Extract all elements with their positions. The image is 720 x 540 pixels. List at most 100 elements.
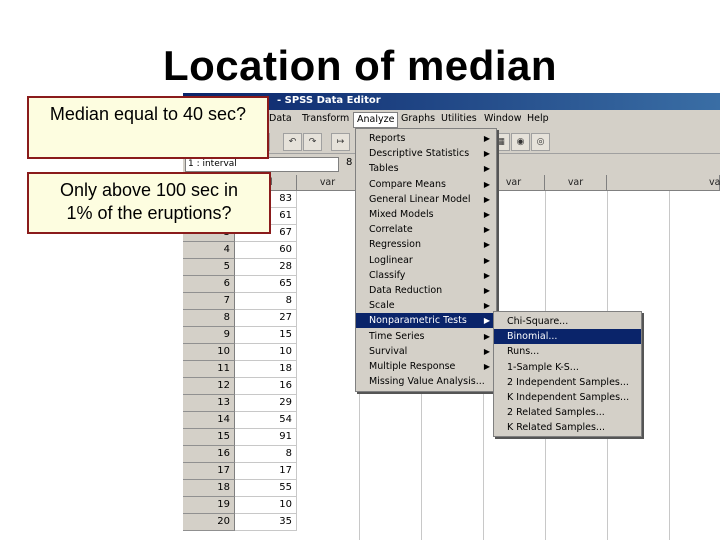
menu-item-label: Time Series [369,330,425,342]
cell-reference[interactable]: 1 : interval [185,157,339,172]
row-header[interactable]: 12 [183,378,235,395]
analyze-menu-item[interactable]: Descriptive Statistics ▶ [356,146,496,161]
submenu-arrow-icon: ▶ [483,316,490,326]
row-header[interactable]: 13 [183,395,235,412]
menu-help[interactable]: Help [524,112,552,126]
goto-case-icon[interactable]: ↦ [331,133,350,151]
row-header[interactable]: 9 [183,327,235,344]
menu-item-label: Scale [369,300,395,312]
redo-icon[interactable]: ↷ [303,133,322,151]
submenu-arrow-icon: ▶ [483,346,490,356]
row-header[interactable]: 6 [183,276,235,293]
interval-cell[interactable]: 10 [235,497,297,514]
submenu-arrow-icon: ▶ [483,210,490,219]
column-header-var[interactable]: va [607,175,720,191]
nonparametric-menu-item[interactable]: Chi-Square... [494,314,641,329]
nonparametric-menu-item[interactable]: Binomial... [494,329,641,345]
submenu-arrow-icon: ▶ [483,255,490,265]
column-header-var[interactable]: var [297,175,359,191]
analyze-menu-item[interactable]: Time Series ▶ [356,329,496,344]
submenu-arrow-icon: ▶ [483,149,490,159]
row-header[interactable]: 5 [183,259,235,276]
menu-item-label: Multiple Response [369,361,456,372]
analyze-menu-item[interactable]: Reports ▶ [356,131,496,146]
analyze-menu-item[interactable]: Nonparametric Tests ▶ [356,313,496,329]
callout-above-100-line1: Only above 100 sec in [59,180,239,200]
nonparametric-menu-item[interactable]: Runs... [494,344,641,359]
menu-window[interactable]: Window [481,112,524,126]
row-header[interactable]: 14 [183,412,235,429]
analyze-menu-item[interactable]: Missing Value Analysis... [356,374,496,389]
menu-analyze[interactable]: Analyze [353,112,399,128]
analyze-menu-item[interactable]: Regression ▶ [356,237,496,252]
menu-data[interactable]: Data [266,112,295,126]
row-header[interactable]: 8 [183,310,235,327]
menu-utilities[interactable]: Utilities [438,112,480,126]
use-sets-icon[interactable]: ◎ [531,133,550,151]
row-header[interactable]: 11 [183,361,235,378]
analyze-menu-item[interactable]: Loglinear ▶ [356,253,496,268]
row-header[interactable]: 7 [183,293,235,310]
interval-cell[interactable]: 29 [235,395,297,412]
spss-data-editor-window: - SPSS Data Editor Data Transform Analyz… [183,93,720,540]
window-title: - SPSS Data Editor [277,95,381,106]
menu-transform[interactable]: Transform [299,112,352,126]
submenu-arrow-icon: ▶ [483,286,490,295]
analyze-menu-item[interactable]: General Linear Model ▶ [356,192,496,207]
nonparametric-menu-item[interactable]: K Independent Samples... [494,390,641,405]
interval-cell[interactable]: 8 [235,293,297,310]
nonparametric-menu-item[interactable]: K Related Samples... [494,420,641,435]
menu-item-label: Mixed Models [369,209,434,220]
analyze-menu-item[interactable]: Survival ▶ [356,344,496,359]
cell-value[interactable]: 8 [346,157,352,168]
analyze-menu-item[interactable]: Mixed Models ▶ [356,207,496,222]
undo-icon[interactable]: ↶ [283,133,302,151]
analyze-menu-item[interactable]: Correlate ▶ [356,222,496,237]
interval-cell[interactable]: 10 [235,344,297,361]
interval-cell[interactable]: 15 [235,327,297,344]
interval-cell[interactable]: 27 [235,310,297,327]
menu-item-label: Classify [369,269,406,281]
interval-cell[interactable]: 18 [235,361,297,378]
nonparametric-menu-item[interactable]: 1-Sample K-S... [494,360,641,375]
column-header-var[interactable]: var [545,175,607,191]
grid-line [669,191,670,540]
slide-title: Location of median [162,42,557,89]
row-header[interactable]: 4 [183,242,235,259]
nonparametric-menu-item[interactable]: 2 Related Samples... [494,405,641,420]
interval-cell[interactable]: 8 [235,446,297,463]
interval-cell[interactable]: 91 [235,429,297,446]
row-header[interactable]: 19 [183,497,235,514]
menu-item-label: Correlate [369,224,413,236]
row-header[interactable]: 17 [183,463,235,480]
value-labels-icon[interactable]: ◉ [511,133,530,151]
submenu-arrow-icon: ▶ [483,179,490,189]
menu-graphs[interactable]: Graphs [398,112,438,126]
interval-cell[interactable]: 54 [235,412,297,429]
analyze-menu-item[interactable]: Tables ▶ [356,161,496,176]
callout-above-100-line2: 1% of the eruptions? [66,203,232,223]
row-header[interactable]: 15 [183,429,235,446]
interval-cell[interactable]: 16 [235,378,297,395]
menu-item-label: Missing Value Analysis... [369,376,485,388]
menu-item-label: Nonparametric Tests [369,315,467,327]
interval-cell[interactable]: 55 [235,480,297,497]
analyze-menu-item[interactable]: Classify ▶ [356,268,496,283]
interval-cell[interactable]: 35 [235,514,297,531]
analyze-menu-item[interactable]: Compare Means ▶ [356,177,496,192]
analyze-menu-item[interactable]: Scale ▶ [356,298,496,313]
interval-cell[interactable]: 60 [235,242,297,259]
nonparametric-menu-item[interactable]: 2 Independent Samples... [494,375,641,390]
row-header[interactable]: 18 [183,480,235,497]
interval-cell[interactable]: 28 [235,259,297,276]
interval-cell[interactable]: 65 [235,276,297,293]
row-header[interactable]: 20 [183,514,235,531]
callout-median-text: Median equal to 40 sec? [49,104,247,124]
row-header[interactable]: 16 [183,446,235,463]
row-header[interactable]: 10 [183,344,235,361]
menu-item-label: Descriptive Statistics [369,148,470,160]
analyze-menu-item[interactable]: Data Reduction ▶ [356,283,496,298]
callout-above-100-question: Only above 100 sec in 1% of the eruption… [27,172,271,234]
interval-cell[interactable]: 17 [235,463,297,480]
analyze-menu-item[interactable]: Multiple Response ▶ [356,359,496,374]
